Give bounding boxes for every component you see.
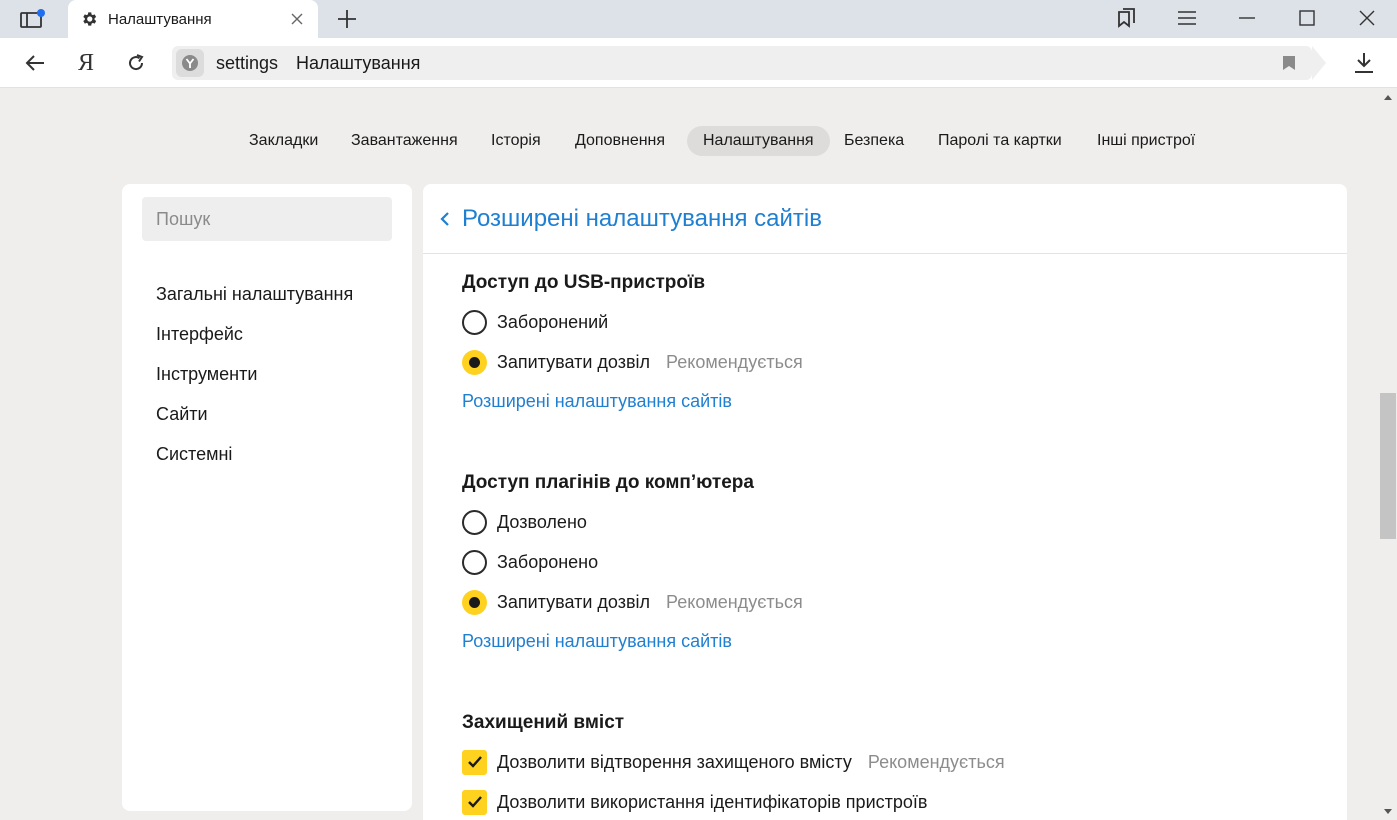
address-page-title: Налаштування — [296, 53, 421, 73]
hamburger-icon — [1178, 11, 1196, 25]
checkmark-icon — [467, 796, 482, 808]
radio-button[interactable] — [462, 549, 487, 575]
navigation-bar: Я settings Налаштування — [0, 38, 1397, 88]
chevron-left-icon — [440, 212, 449, 226]
yandex-browser-icon — [182, 55, 198, 71]
address-bar-arrow — [1312, 46, 1326, 80]
settings-top-menu: Закладки Завантаження Історія Доповнення… — [0, 126, 1397, 156]
reload-icon — [129, 54, 144, 71]
minimize-button[interactable] — [1224, 0, 1270, 36]
close-icon — [1359, 10, 1375, 26]
menu-button[interactable] — [1164, 0, 1210, 36]
search-input[interactable] — [142, 197, 392, 241]
checkbox-checked[interactable] — [462, 749, 487, 775]
back-to-sites-button[interactable] — [437, 208, 453, 230]
panel-header: Розширені налаштування сайтів — [423, 184, 1347, 254]
tab-title: Налаштування — [108, 10, 212, 28]
page-title[interactable]: Розширені налаштування сайтів — [462, 205, 822, 233]
tab-settings[interactable]: Налаштування — [687, 126, 830, 156]
reload-button[interactable] — [122, 49, 150, 77]
option-label: Запитувати дозвіл — [497, 351, 651, 372]
sidebar-item-general[interactable]: Загальні налаштування — [156, 274, 353, 314]
advanced-site-settings-link[interactable]: Розширені налаштування сайтів — [462, 391, 732, 412]
checkmark-icon — [467, 756, 482, 768]
checkbox-protected-playback[interactable]: Дозволити відтворення захищеного вмісту … — [462, 749, 1005, 775]
option-label: Заборонено — [497, 551, 599, 572]
checkbox-device-identifiers[interactable]: Дозволити використання ідентифікаторів п… — [462, 789, 927, 815]
sidebar-item-system[interactable]: Системні — [156, 434, 353, 474]
maximize-icon — [1299, 10, 1315, 26]
scroll-thumb[interactable] — [1380, 393, 1396, 539]
sidebar-item-interface[interactable]: Інтерфейс — [156, 314, 353, 354]
maximize-button[interactable] — [1284, 0, 1330, 36]
address-url: settings — [216, 53, 279, 73]
bookmark-icon — [1283, 56, 1295, 70]
minimize-icon — [1239, 17, 1255, 19]
scroll-down-arrow-icon[interactable] — [1384, 809, 1392, 814]
tab-close-button[interactable] — [288, 10, 306, 28]
sidebar-item-sites[interactable]: Сайти — [156, 394, 353, 434]
tab-other-devices[interactable]: Інші пристрої — [1081, 126, 1211, 156]
option-label: Запитувати дозвіл — [497, 591, 651, 612]
section-title-protected-content: Захищений вміст — [462, 712, 625, 733]
page-scrollbar[interactable] — [1379, 89, 1397, 820]
option-label: Дозволено — [497, 511, 587, 532]
recommended-note: Рекомендується — [666, 591, 803, 612]
radio-usb-ask[interactable]: Запитувати дозвіл Рекомендується — [462, 349, 803, 375]
radio-button-selected[interactable] — [462, 349, 487, 375]
checkbox-checked[interactable] — [462, 789, 487, 815]
browser-badge[interactable] — [176, 49, 204, 77]
tabs-panel-icon — [20, 9, 45, 28]
radio-button[interactable] — [462, 509, 487, 535]
collections-icon — [1118, 8, 1135, 28]
yandex-home-button[interactable]: Я — [72, 49, 100, 77]
new-tab-button[interactable] — [334, 6, 360, 32]
option-label: Заборонений — [497, 311, 609, 332]
bookmark-button[interactable] — [1280, 54, 1298, 72]
tab-extensions[interactable]: Доповнення — [559, 126, 681, 156]
gear-icon — [83, 12, 97, 26]
tab-security[interactable]: Безпека — [828, 126, 920, 156]
tab-history[interactable]: Історія — [475, 126, 557, 156]
advanced-site-settings-link[interactable]: Розширені налаштування сайтів — [462, 631, 732, 652]
recommended-note: Рекомендується — [867, 751, 1005, 772]
radio-plugins-allowed[interactable]: Дозволено — [462, 509, 587, 535]
section-title-plugins: Доступ плагінів до комп’ютера — [462, 472, 754, 493]
radio-usb-blocked[interactable]: Заборонений — [462, 309, 608, 335]
active-tab[interactable]: Налаштування — [68, 0, 318, 38]
settings-main-panel: Розширені налаштування сайтів Доступ до … — [423, 184, 1347, 820]
collections-button[interactable] — [1104, 0, 1150, 36]
close-icon — [291, 13, 303, 25]
tab-bookmarks[interactable]: Закладки — [233, 126, 334, 156]
sidebar-item-tools[interactable]: Інструменти — [156, 354, 353, 394]
option-label: Дозволити відтворення захищеного вмісту — [497, 751, 852, 772]
title-bar: Налаштування — [0, 0, 1397, 38]
recommended-note: Рекомендується — [666, 351, 803, 372]
radio-button[interactable] — [462, 309, 487, 335]
arrow-left-icon — [25, 55, 44, 71]
tab-downloads[interactable]: Завантаження — [335, 126, 474, 156]
back-button[interactable] — [21, 49, 49, 77]
tab-passwords-cards[interactable]: Паролі та картки — [922, 126, 1078, 156]
plus-icon — [338, 10, 356, 28]
downloads-button[interactable] — [1350, 49, 1378, 77]
tabs-panel-button[interactable] — [14, 6, 50, 32]
sidebar-nav: Загальні налаштування Інтерфейс Інструме… — [156, 274, 353, 474]
radio-plugins-blocked[interactable]: Заборонено — [462, 549, 598, 575]
download-icon — [1355, 53, 1373, 73]
radio-plugins-ask[interactable]: Запитувати дозвіл Рекомендується — [462, 589, 803, 615]
section-title-usb: Доступ до USB-пристроїв — [462, 272, 706, 293]
address-bar[interactable]: settings Налаштування — [172, 46, 1326, 80]
settings-sidebar: Загальні налаштування Інтерфейс Інструме… — [122, 184, 412, 811]
radio-button-selected[interactable] — [462, 589, 487, 615]
close-window-button[interactable] — [1344, 0, 1390, 36]
option-label: Дозволити використання ідентифікаторів п… — [497, 791, 928, 812]
scroll-up-arrow-icon[interactable] — [1384, 95, 1392, 100]
